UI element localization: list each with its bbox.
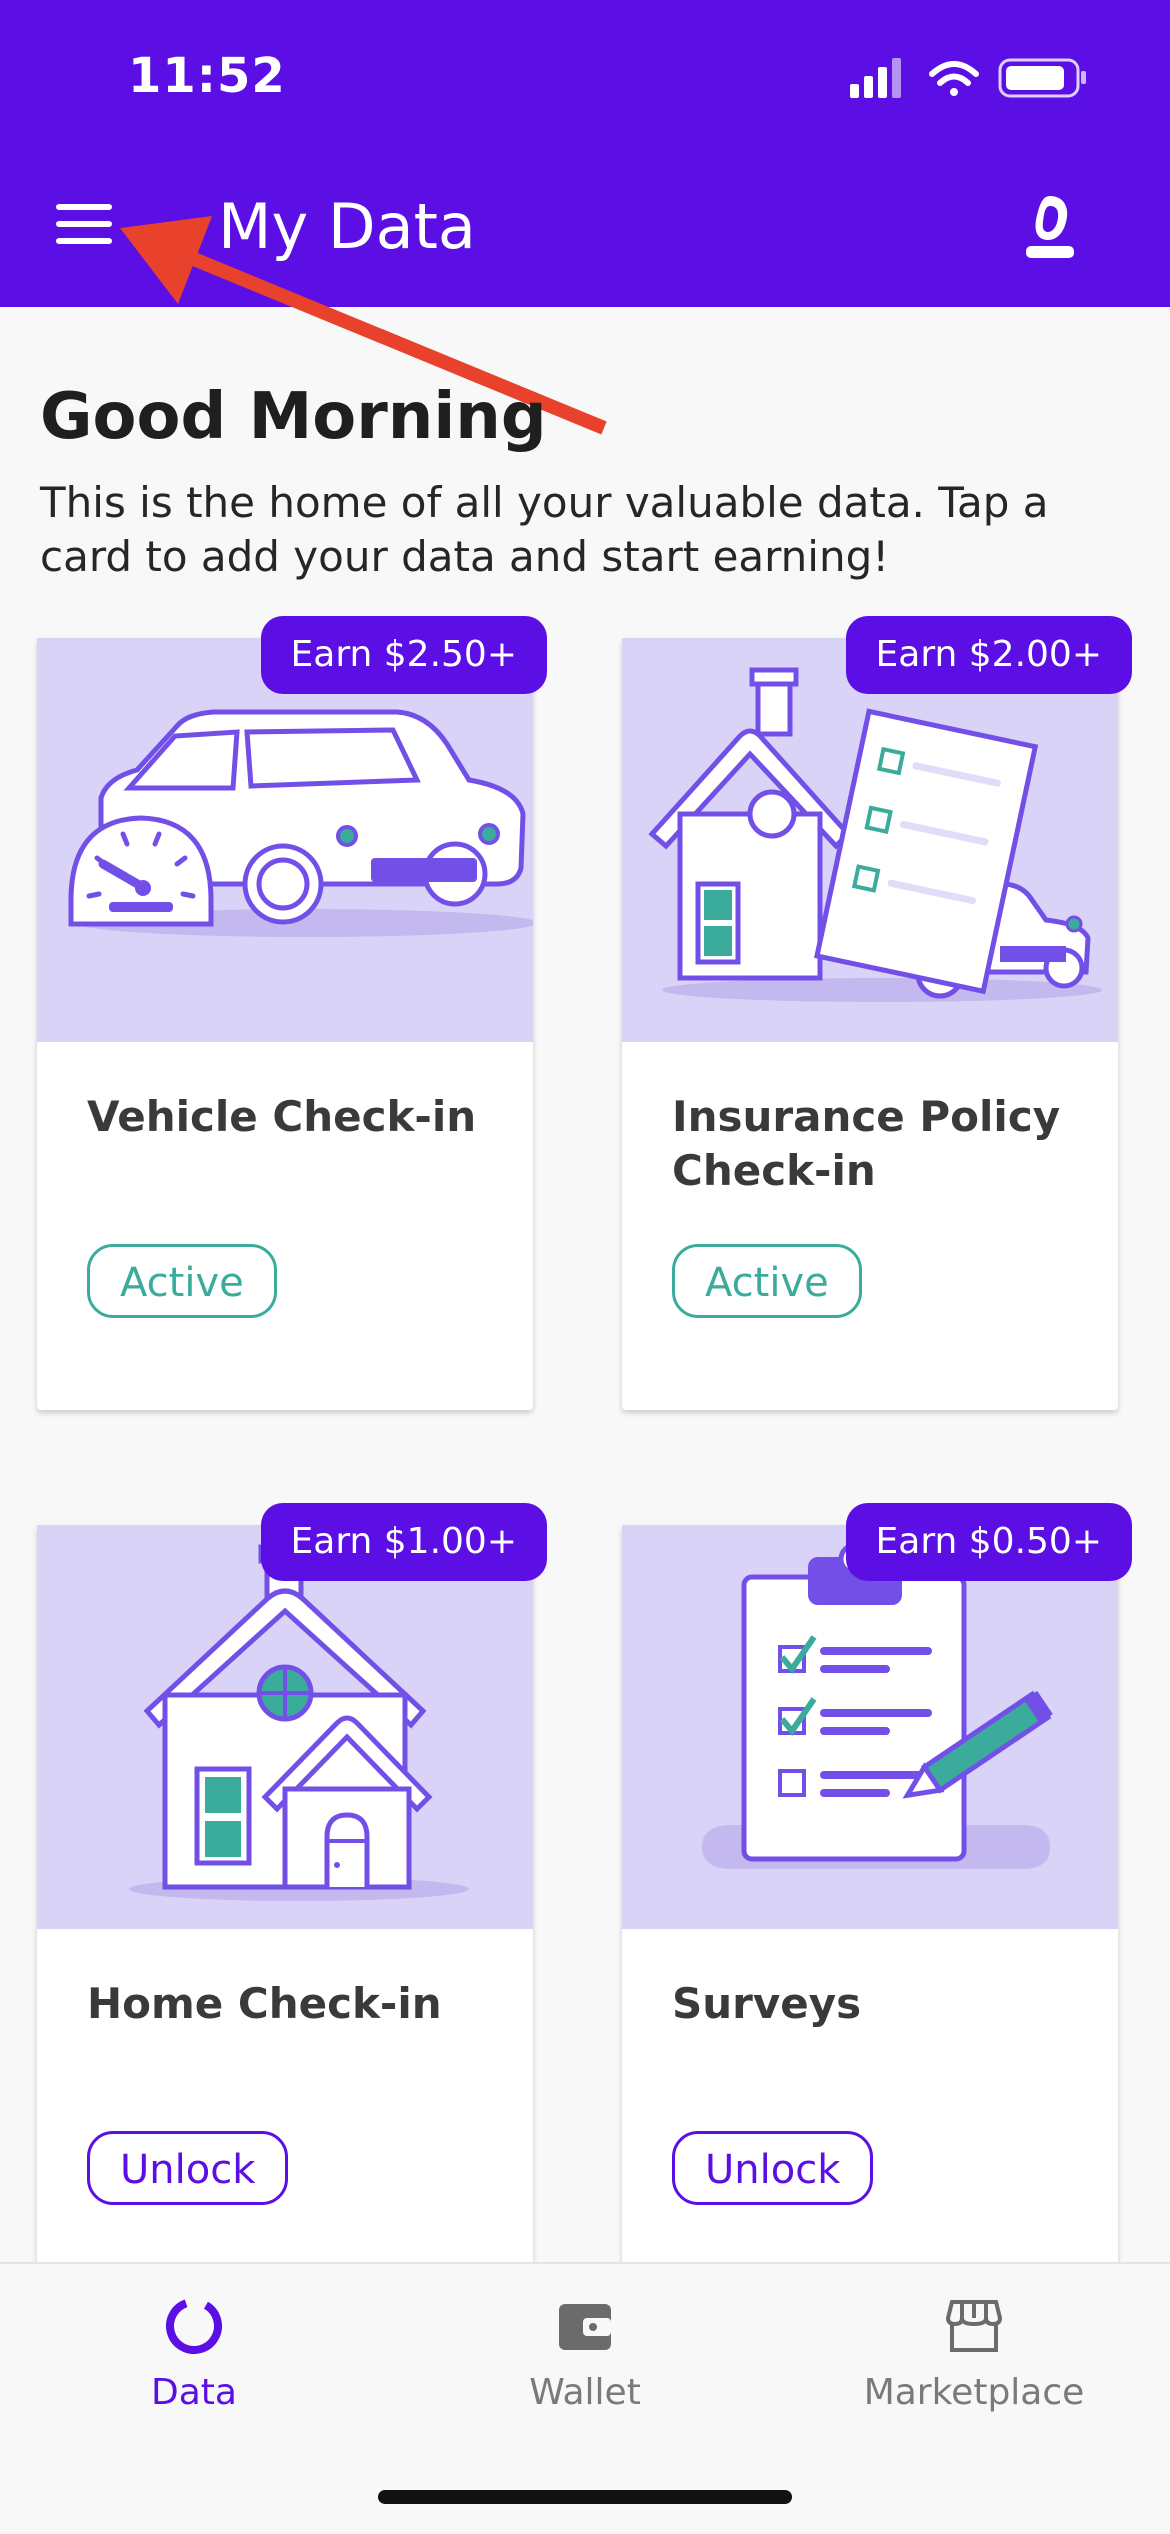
status-badge-active: Active (672, 1244, 862, 1318)
status-time: 11:52 (128, 48, 286, 104)
greeting-title: Good Morning (40, 380, 547, 454)
earn-badge: Earn $0.50+ (845, 1503, 1132, 1581)
home-indicator (378, 2490, 792, 2504)
greeting-subtitle: This is the home of all your valuable da… (40, 478, 1049, 581)
earn-badge: Earn $1.00+ (260, 1503, 547, 1581)
card-title: Insurance Policy Check-in (672, 1092, 1061, 1195)
unlock-button[interactable]: Unlock (87, 2131, 289, 2205)
hamburger-menu-icon[interactable] (56, 204, 112, 244)
nav-label: Wallet (529, 2372, 641, 2413)
nav-item-marketplace[interactable]: Marketplace (824, 2294, 1124, 2413)
card-title: Surveys (672, 1979, 862, 2028)
house-illustration (37, 1525, 533, 1929)
wifi-icon (929, 61, 979, 96)
battery-icon (998, 58, 1086, 98)
status-badge-active: Active (87, 1244, 277, 1318)
unlock-button[interactable]: Unlock (672, 2131, 874, 2205)
page-title: My Data (218, 190, 476, 263)
nav-label: Marketplace (863, 2372, 1085, 2413)
earn-badge: Earn $2.50+ (260, 616, 547, 694)
card-vehicle-check-in[interactable]: Earn $2.50+ Vehicle Check-in Active (37, 616, 547, 1410)
card-surveys[interactable]: Earn $0.50+ Surveys Unlock (622, 1503, 1132, 2297)
clipboard-pencil-illustration (622, 1525, 1118, 1929)
card-title: Home Check-in (87, 1979, 442, 2028)
card-insurance-policy-check-in[interactable]: Earn $2.00+ Insurance Policy Check-in Ac… (622, 616, 1132, 1410)
card-title: Vehicle Check-in (87, 1092, 477, 1141)
nav-label: Data (151, 2372, 237, 2413)
house-policy-car-illustration (622, 638, 1118, 1042)
card-home-check-in[interactable]: Earn $1.00+ Home Check-in Unlock (37, 1503, 547, 2297)
app-header: 11:52 My Data (0, 0, 1170, 307)
cellular-signal-icon (850, 58, 901, 98)
nav-item-wallet[interactable]: Wallet (435, 2294, 735, 2413)
data-ring-icon (166, 2298, 222, 2354)
nav-item-data[interactable]: Data (44, 2294, 344, 2413)
store-icon (945, 2300, 1003, 2352)
status-icons (850, 58, 1086, 98)
earn-badge: Earn $2.00+ (845, 616, 1132, 694)
wallet-icon (559, 2304, 611, 2350)
brand-logo-icon[interactable] (1020, 192, 1080, 262)
car-speedometer-illustration (37, 638, 533, 1042)
